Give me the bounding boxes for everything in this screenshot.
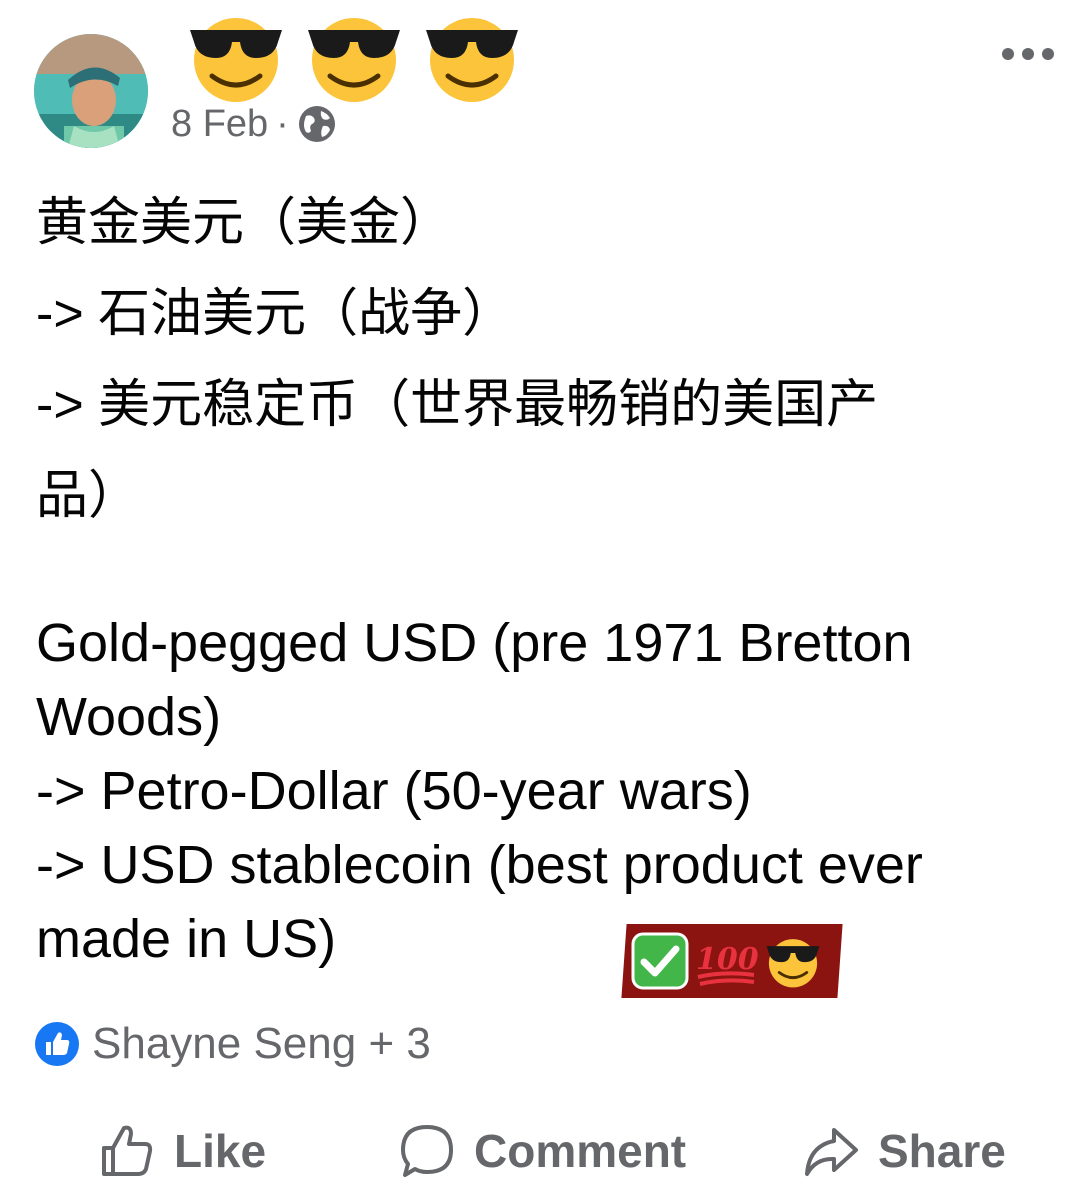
globe-icon[interactable] bbox=[297, 104, 337, 144]
smiling-face-with-sunglasses-icon bbox=[766, 939, 820, 988]
smiling-face-with-sunglasses-icon bbox=[418, 8, 526, 104]
smiling-face-with-sunglasses-icon bbox=[182, 8, 290, 104]
hundred-points-icon: 100 bbox=[696, 942, 758, 986]
reactions-text: Shayne Seng + 3 bbox=[92, 1019, 431, 1068]
share-button[interactable]: Share bbox=[802, 1116, 1006, 1186]
author-name-cover bbox=[172, 8, 542, 104]
post-text-english: Gold-pegged USD (pre 1971 Bretton Woods)… bbox=[36, 606, 1046, 976]
more-options-icon[interactable] bbox=[998, 36, 1058, 72]
share-arrow-icon bbox=[802, 1122, 860, 1180]
action-bar: Like Comment Share bbox=[0, 1116, 1085, 1186]
like-button[interactable]: Like bbox=[98, 1116, 266, 1186]
meta-separator: · bbox=[276, 102, 289, 145]
share-label: Share bbox=[878, 1125, 1006, 1177]
comment-label: Comment bbox=[474, 1125, 687, 1177]
like-label: Like bbox=[174, 1125, 267, 1177]
reactions-summary[interactable]: Shayne Seng + 3 bbox=[34, 1018, 431, 1070]
comment-bubble-icon bbox=[398, 1122, 456, 1180]
comment-button[interactable]: Comment bbox=[398, 1116, 686, 1186]
post-line: -> USD stablecoin (best product ever bbox=[36, 835, 923, 895]
post-line: -> Petro-Dollar (50-year wars) bbox=[36, 761, 752, 821]
post-line: -> 石油美元（战争） bbox=[36, 285, 515, 343]
like-badge-icon bbox=[34, 1021, 80, 1067]
post-line: Gold-pegged USD (pre 1971 Bretton bbox=[36, 613, 913, 673]
avatar[interactable] bbox=[34, 34, 148, 148]
post-line: 黄金美元（美金） bbox=[36, 194, 453, 252]
thumbs-up-icon bbox=[98, 1122, 156, 1180]
post-line: 品） bbox=[36, 467, 141, 525]
post-line: -> 美元稳定币（世界最畅销的美国产 bbox=[36, 376, 879, 434]
smiling-face-with-sunglasses-icon bbox=[300, 8, 408, 104]
post-meta: 8 Feb · bbox=[171, 100, 337, 148]
check-mark-button-icon bbox=[631, 932, 689, 990]
post-line: made in US) bbox=[36, 909, 337, 969]
post-text-chinese: 黄金美元（美金） -> 石油美元（战争） -> 美元稳定币（世界最畅销的美国产 … bbox=[36, 186, 1026, 550]
post-date[interactable]: 8 Feb bbox=[171, 103, 268, 146]
post-line: Woods) bbox=[36, 687, 222, 747]
emoji-sticker: 100 bbox=[630, 928, 830, 994]
